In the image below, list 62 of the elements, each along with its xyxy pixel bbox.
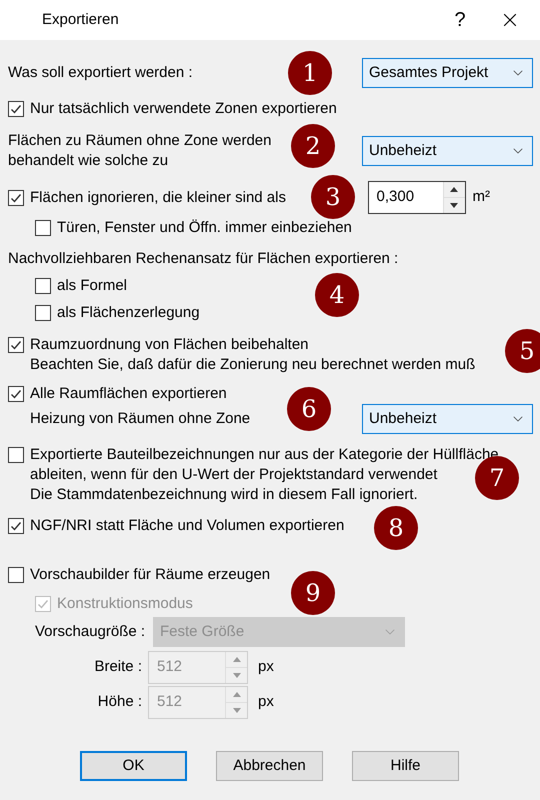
number-marker: 2 [291,124,335,168]
checkbox-label: Konstruktionsmodus [57,594,193,614]
checkbox-label: Flächen ignorieren, die kleiner sind als [30,188,286,208]
checkbox-label: Alle Raumflächen exportieren [30,384,227,404]
number-marker: 5 [505,329,540,373]
field-label: Heizung von Räumen ohne Zone [30,408,250,429]
unit-label: px [258,692,274,712]
check-icon [10,388,22,400]
unit-label: px [258,657,274,678]
field-label: Vorschaugröße : [35,622,146,642]
number-marker: 6 [287,387,331,431]
checkbox[interactable] [35,220,51,236]
dialog-button[interactable]: OK [80,751,187,781]
field-label: Flächen zu Räumen ohne Zone werden behandelt wie solche zu [8,131,272,171]
down-arrow-icon [450,203,458,208]
check-icon [10,520,22,532]
checkbox-label: ableiten, wenn für den U-Wert der Projektstandard verwendet [30,465,438,485]
check-icon [10,339,22,351]
down-arrow-icon [232,708,240,713]
field-label: Höhe : [96,692,143,712]
dropdown[interactable]: Unbeheizt [362,404,533,434]
checkbox[interactable] [8,337,24,353]
checkbox-label: Die Stammdatenbezeichnung wird in diesem Fall ignoriert. [30,485,418,505]
checkbox-label: Beachten Sie, daß dafür die Zonierung neu berechnet werden muß [30,355,476,375]
up-arrow-icon [232,657,240,662]
checkbox-label: Raumzuordnung von Flächen beibehalten [30,335,309,355]
checkbox[interactable] [8,447,24,463]
up-arrow-icon [450,187,458,192]
checkbox[interactable] [8,190,24,206]
dialog-button[interactable]: Hilfe [352,751,459,781]
check-icon [10,192,22,204]
checkbox[interactable] [8,518,24,534]
check-icon [37,598,49,610]
up-arrow-icon [232,692,240,697]
checkbox-label: NGF/NRI statt Fläche und Volumen exportieren [30,516,344,536]
field-label: Was soll exportiert werden : [8,62,193,83]
dialog-button[interactable]: Abbrechen [216,751,323,781]
checkbox[interactable] [35,278,51,294]
checkbox-label: Türen, Fenster und Öffn. immer einbeziehen [57,218,352,238]
checkbox[interactable] [8,567,24,583]
checkbox[interactable] [35,305,51,321]
number-marker: 3 [311,175,355,219]
dropdown[interactable]: Gesamtes Projekt [362,58,533,88]
number-marker: 4 [315,273,359,317]
number-marker: 8 [374,506,418,550]
checkbox[interactable] [8,386,24,402]
field-label: Breite : [93,657,143,678]
checkbox-label: Nur tatsächlich verwendete Zonen exportieren [30,99,337,119]
help-button[interactable]: ? [440,0,480,40]
number-marker: 9 [291,571,335,615]
window-title: Exportieren [42,10,120,30]
check-icon [10,103,22,115]
number-marker: 1 [288,51,332,95]
checkbox-label: Vorschaubilder für Räume erzeugen [30,565,270,585]
down-arrow-icon [232,673,240,678]
checkbox-label: als Flächenzerlegung [57,303,200,323]
checkbox[interactable] [8,101,24,117]
dropdown[interactable]: Unbeheizt [362,136,533,166]
number-field[interactable]: 0,300 [368,181,466,214]
unit-label: m² [472,187,490,208]
section-heading: Nachvollziehbaren Rechenansatz für Flächen exportieren : [8,250,398,267]
checkbox-label: als Formel [57,276,128,296]
